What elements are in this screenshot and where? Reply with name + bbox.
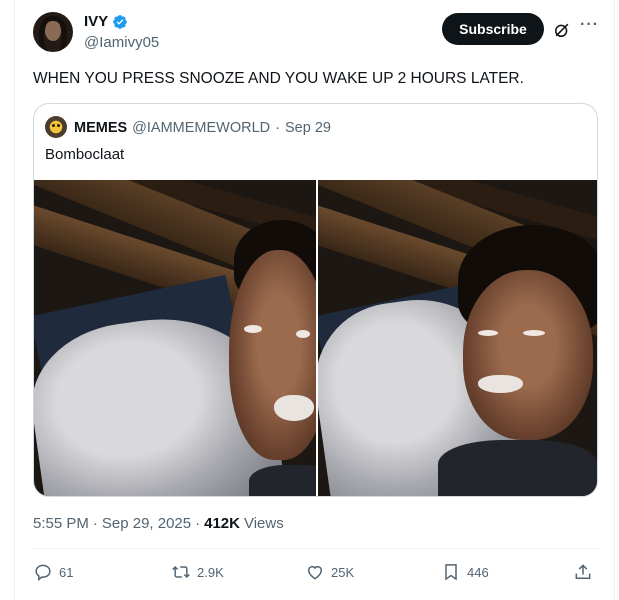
tweet-timestamp: 5:55 PM · Sep 29, 2025 · 412K Views: [33, 514, 284, 534]
card-right-border: [614, 0, 615, 600]
like-count: 25K: [331, 564, 355, 580]
quoted-text: Bomboclaat: [45, 146, 125, 163]
tweet-time[interactable]: 5:55 PM: [33, 514, 89, 534]
slashed-circle-icon[interactable]: [552, 20, 572, 40]
reply-count: 61: [59, 564, 74, 580]
reply-icon: [35, 564, 51, 582]
heart-icon: [308, 566, 322, 580]
repost-button[interactable]: 2.9K: [171, 562, 224, 582]
more-horizontal-icon[interactable]: ···: [580, 17, 598, 38]
author-display-name[interactable]: IVY: [84, 13, 108, 31]
share-icon: [575, 564, 591, 579]
reply-button[interactable]: 61: [33, 562, 73, 582]
person-shirt: [437, 440, 597, 496]
person-face: [229, 250, 316, 460]
author-name-row[interactable]: IVY: [84, 13, 128, 31]
bookmark-count: 446: [467, 564, 489, 580]
repost-count: 2.9K: [197, 564, 224, 580]
subscribe-button[interactable]: Subscribe: [442, 13, 544, 45]
person-eye: [477, 330, 498, 336]
verified-badge-icon: [113, 15, 128, 29]
timestamp-separator: ·: [195, 515, 201, 532]
author-avatar[interactable]: [33, 12, 73, 52]
bookmark-icon: [445, 564, 457, 581]
bookmark-button[interactable]: 446: [441, 562, 489, 582]
quoted-handle[interactable]: @IAMMEMEWORLD: [132, 119, 270, 137]
share-button[interactable]: [573, 562, 593, 582]
person-mouth: [274, 395, 314, 421]
person-eye: [296, 330, 310, 338]
person-eye: [522, 330, 545, 336]
repost-icon: [172, 565, 190, 579]
tweet-card: IVY @Iamivy05 Subscribe ··· WHEN YOU PRE…: [0, 0, 619, 600]
like-button[interactable]: 25K: [305, 562, 354, 582]
avatar-face: [45, 21, 61, 41]
card-left-border: [14, 0, 15, 600]
avatar-eye: [52, 124, 55, 127]
person-mouth: [477, 375, 523, 393]
avatar-eye: [57, 124, 60, 127]
quoted-date[interactable]: Sep 29: [285, 119, 331, 137]
quoted-header: MEMES @IAMMEMEWORLD · Sep 29: [74, 119, 331, 137]
quoted-media: [34, 180, 597, 496]
person-eye: [244, 325, 262, 333]
tweet-date[interactable]: Sep 29, 2025: [102, 514, 191, 534]
timestamp-separator: ·: [92, 515, 98, 532]
action-bar: 61 2.9K 25K 446: [33, 562, 598, 586]
tweet-text: WHEN YOU PRESS SNOOZE AND YOU WAKE UP 2 …: [33, 70, 524, 87]
person-face: [462, 270, 593, 440]
views-count: 412K: [204, 515, 240, 532]
media-photo-right[interactable]: [317, 180, 597, 496]
quoted-avatar[interactable]: [45, 116, 67, 138]
quoted-display-name[interactable]: MEMES: [74, 119, 127, 137]
person-shirt: [249, 465, 316, 496]
quoted-separator: ·: [275, 120, 280, 136]
media-photo-left[interactable]: [34, 180, 316, 496]
quoted-tweet[interactable]: MEMES @IAMMEMEWORLD · Sep 29 Bomboclaat: [33, 103, 598, 497]
views-label: Views: [243, 515, 284, 532]
divider: [33, 548, 598, 549]
author-handle[interactable]: @Iamivy05: [84, 34, 159, 52]
